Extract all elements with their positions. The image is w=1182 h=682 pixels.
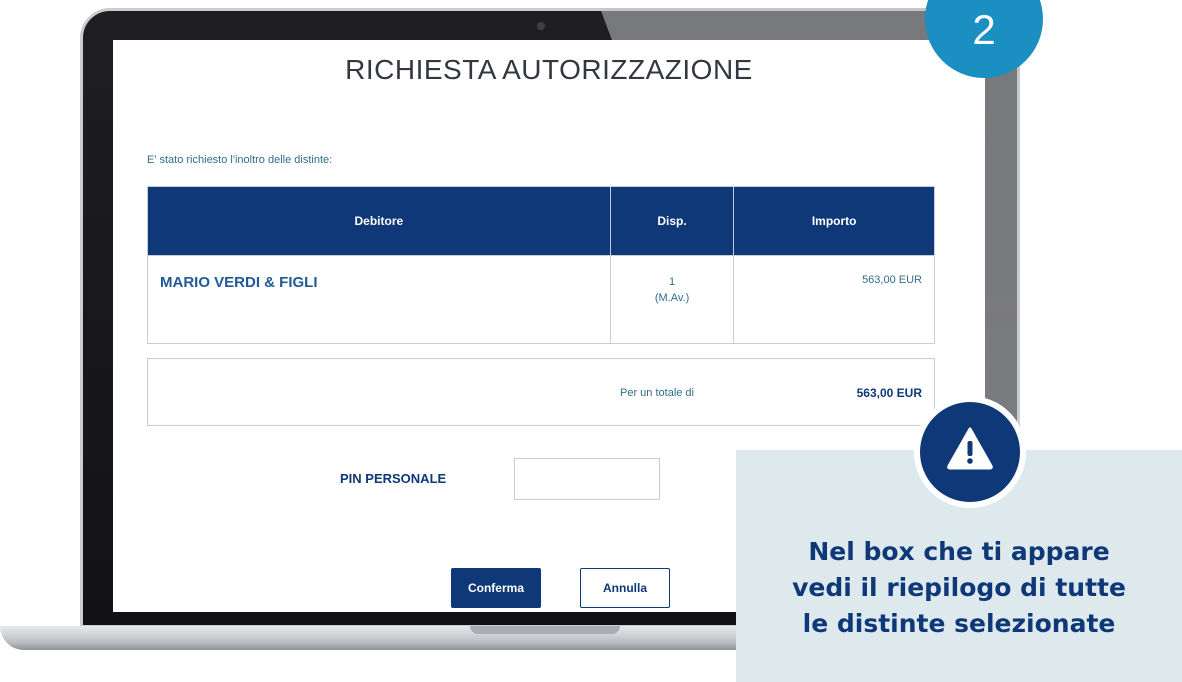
warning-icon [947,427,993,470]
cell-importo: 563,00 EUR [733,255,935,344]
dialog-intro-text: E' stato richiesto l'inoltro delle disti… [147,154,333,166]
cell-disp: 1 (M.Av.) [609,255,735,344]
callout-line-2: vedi il riepilogo di tutte [792,573,1126,602]
disp-count: 1 [668,276,676,288]
disp-type: (M.Av.) [654,292,690,304]
dialog-title: RICHIESTA AUTORIZZAZIONE [345,54,753,85]
cell-debitore: MARIO VERDI & FIGLI [147,255,611,344]
callout-text: Nel box che ti appare vedi il riepilogo … [736,534,1182,642]
distinte-table: Debitore Disp. Importo MARIO VERDI & FIG… [147,186,935,344]
warning-badge [914,396,1026,508]
callout-line-3: le distinte selezionate [802,609,1116,638]
total-value: 563,00 EUR [856,386,922,400]
total-box: Per un totale di 563,00 EUR [147,358,935,426]
cancel-button[interactable]: Annulla [580,568,670,608]
confirm-button[interactable]: Conferma [451,568,541,608]
webcam-icon [537,22,545,30]
column-header-importo: Importo [733,186,935,256]
column-header-debitore: Debitore [147,186,611,256]
table-row: MARIO VERDI & FIGLI 1 (M.Av.) 563,00 EUR [147,255,935,344]
pin-label: PIN PERSONALE [340,471,447,486]
total-label: Per un totale di [620,387,694,399]
callout-line-1: Nel box che ti appare [808,537,1110,566]
column-header-disp: Disp. [609,186,735,256]
pin-input[interactable] [514,458,660,500]
laptop-base-notch [470,626,620,634]
